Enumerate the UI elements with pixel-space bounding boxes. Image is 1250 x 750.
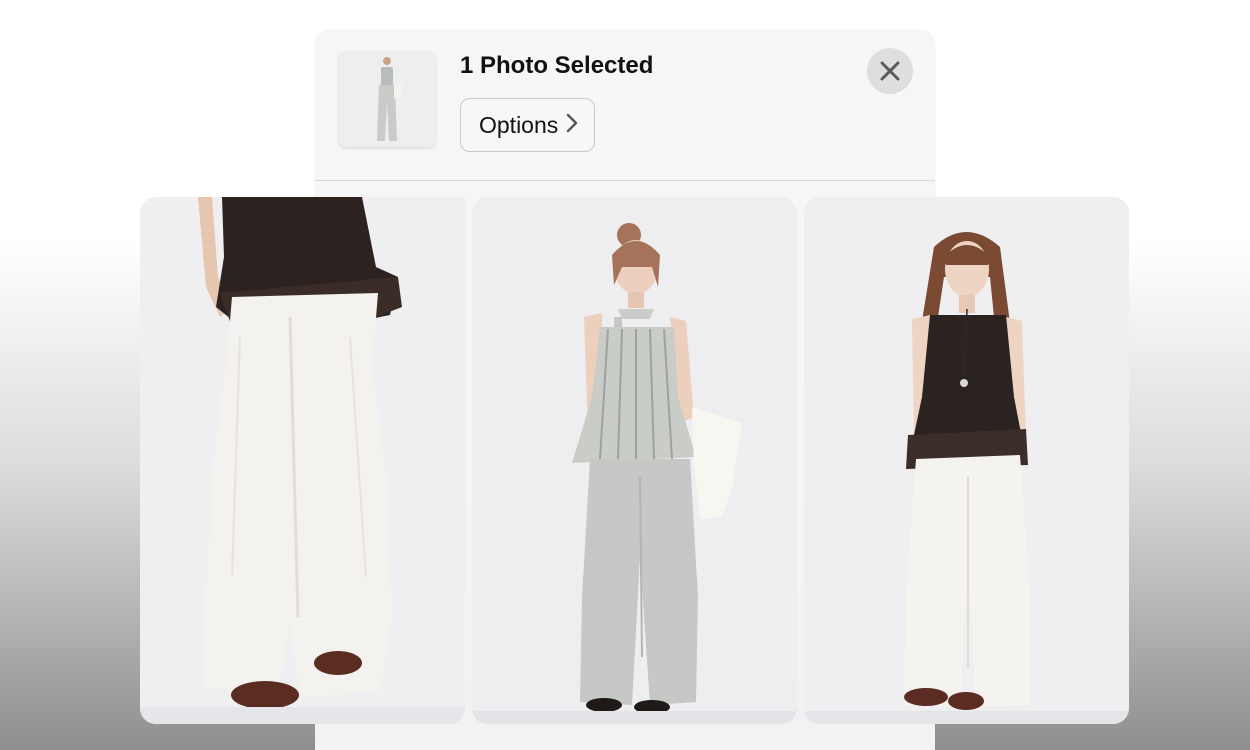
share-sheet-header: 1 Photo Selected Options: [315, 30, 935, 181]
close-icon: [880, 61, 900, 81]
share-sheet-title: 1 Photo Selected: [460, 52, 654, 79]
photo-card-1[interactable]: [140, 197, 465, 724]
chevron-right-icon: [566, 113, 578, 137]
options-button[interactable]: Options: [460, 98, 596, 152]
close-button[interactable]: [867, 48, 913, 94]
photo-3-image: [804, 197, 1129, 724]
selected-photo-thumbnail[interactable]: [339, 51, 435, 147]
photo-1-image: [140, 197, 465, 724]
photo-2-image: [472, 197, 797, 724]
thumbnail-image: [339, 51, 435, 147]
photo-card-2[interactable]: [472, 197, 797, 724]
photo-card-3[interactable]: [804, 197, 1129, 724]
options-button-label: Options: [479, 111, 559, 138]
